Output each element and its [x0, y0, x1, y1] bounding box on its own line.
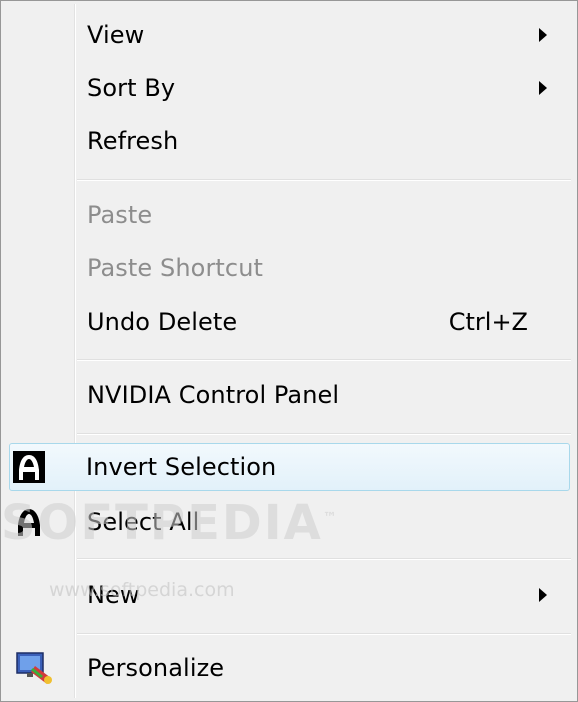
menu-item-paste[interactable]: Paste [5, 191, 573, 239]
menu-item-label: Paste [87, 201, 153, 229]
submenu-arrow-icon [539, 81, 547, 95]
menu-item-label: Personalize [87, 654, 225, 682]
menu-separator [77, 558, 571, 560]
menu-item-personalize[interactable]: Personalize [5, 644, 573, 692]
submenu-arrow-icon [539, 588, 547, 602]
menu-item-paste-shortcut[interactable]: Paste Shortcut [5, 244, 573, 292]
menu-item-shortcut: Ctrl+Z [448, 308, 528, 336]
menu-item-label: Invert Selection [86, 453, 277, 481]
menu-item-invert-selection[interactable]: Invert Selection [9, 443, 570, 491]
personalize-icon [16, 652, 52, 684]
menu-item-label: Sort By [87, 74, 176, 102]
menu-item-sort-by[interactable]: Sort By [5, 64, 573, 112]
menu-item-view[interactable]: View [5, 11, 573, 59]
submenu-arrow-icon [539, 28, 547, 42]
menu-item-select-all[interactable]: Select All [5, 498, 573, 546]
context-menu: View Sort By Refresh Paste Paste Shortcu… [0, 0, 578, 702]
menu-item-label: Undo Delete [87, 308, 238, 336]
menu-item-new[interactable]: New [5, 571, 573, 619]
menu-item-label: Select All [87, 508, 200, 536]
menu-item-undo-delete[interactable]: Undo Delete Ctrl+Z [5, 298, 573, 346]
menu-separator [77, 359, 571, 361]
menu-separator [77, 433, 571, 435]
menu-item-label: Refresh [87, 127, 179, 155]
menu-separator [77, 633, 571, 635]
menu-item-label: New [87, 581, 140, 609]
menu-item-label: NVIDIA Control Panel [87, 381, 340, 409]
menu-separator [77, 179, 571, 181]
menu-item-label: Paste Shortcut [87, 254, 264, 282]
menu-item-nvidia-control-panel[interactable]: NVIDIA Control Panel [5, 371, 573, 419]
select-all-icon [18, 509, 40, 536]
menu-item-label: View [87, 21, 145, 49]
menu-item-refresh[interactable]: Refresh [5, 117, 573, 165]
invert-selection-icon [13, 451, 45, 483]
